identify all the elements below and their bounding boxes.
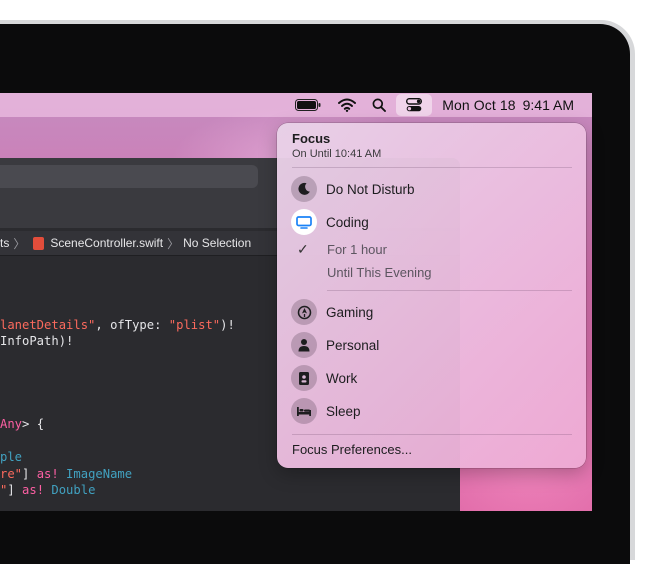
menu-bar-time[interactable]: 9:41 AM (523, 97, 574, 113)
code-token: , ofType: (95, 318, 169, 332)
focus-item-do-not-disturb[interactable]: Do Not Disturb (291, 175, 415, 203)
moon-icon (291, 176, 317, 202)
code-token: ple (0, 450, 23, 464)
focus-preferences-button[interactable]: Focus Preferences... (292, 442, 412, 457)
search-icon[interactable] (370, 93, 388, 117)
code-line: InfoPath)! (0, 333, 73, 350)
coding-option-label: For 1 hour (327, 241, 387, 257)
code-line: re"] as! ImageName (0, 466, 132, 483)
focus-status: On Until 10:41 AM (292, 148, 382, 160)
focus-menu: Focus On Until 10:41 AM Do Not Disturb C… (277, 123, 586, 468)
code-token: )! (220, 318, 235, 332)
focus-item-personal[interactable]: Personal (291, 331, 379, 359)
bed-icon (291, 398, 317, 424)
chevron-right-icon: 〉 (167, 236, 180, 251)
code-token: re" (0, 467, 23, 481)
monitor-icon (291, 209, 317, 235)
code-token: ] (22, 467, 37, 481)
breadcrumb-parent[interactable]: ts (0, 236, 9, 250)
code-token: as! (36, 467, 59, 481)
battery-icon[interactable] (294, 93, 322, 117)
code-line: ple (0, 449, 22, 466)
coding-option-label: Until This Evening (327, 264, 432, 280)
focus-item-gaming[interactable]: Gaming (291, 298, 373, 326)
rocket-icon (291, 299, 317, 325)
focus-item-label: Gaming (326, 304, 374, 320)
chevron-right-icon: 〉 (13, 236, 26, 251)
focus-item-work[interactable]: Work (291, 364, 357, 392)
divider (292, 167, 572, 168)
focus-item-coding[interactable]: Coding (291, 208, 369, 236)
code-token: ImageName (58, 467, 133, 481)
code-token: Any (0, 417, 23, 431)
control-center-icon[interactable] (396, 94, 433, 116)
divider (327, 290, 572, 291)
coding-option-until-this-evening[interactable]: Until This Evening (297, 262, 432, 282)
badge-icon (291, 365, 317, 391)
code-token: "plist" (168, 318, 221, 332)
focus-item-sleep[interactable]: Sleep (291, 397, 361, 425)
menu-bar: Mon Oct 18 9:41 AM (0, 93, 592, 117)
person-icon (291, 332, 317, 358)
code-token: InfoPath)! (0, 334, 74, 348)
swift-file-icon (33, 236, 45, 250)
code-token: ] (7, 483, 23, 497)
code-token: as! (22, 483, 45, 497)
divider (292, 434, 572, 435)
breadcrumb-file[interactable]: SceneController.swift (50, 236, 163, 250)
focus-item-label: Work (326, 370, 358, 386)
code-line: Any> { (0, 416, 44, 433)
focus-item-label: Coding (326, 214, 369, 230)
code-token: > { (22, 417, 45, 431)
code-line: "] as! Double (0, 482, 95, 499)
focus-title: Focus (292, 131, 331, 146)
checkmark-icon: ✓ (297, 240, 309, 257)
activity-field[interactable] (0, 165, 258, 188)
code-line: lanetDetails", ofType: "plist")! (0, 317, 235, 334)
menu-bar-date[interactable]: Mon Oct 18 (442, 97, 515, 113)
focus-item-label: Sleep (326, 403, 361, 419)
wifi-icon[interactable] (336, 93, 358, 117)
code-token: Double (44, 483, 96, 497)
focus-item-label: Personal (326, 337, 380, 353)
focus-item-label: Do Not Disturb (326, 181, 415, 197)
code-token: lanetDetails" (0, 318, 96, 332)
breadcrumb-selection[interactable]: No Selection (183, 236, 251, 250)
coding-option-for-1-hour[interactable]: ✓ For 1 hour (297, 239, 387, 259)
